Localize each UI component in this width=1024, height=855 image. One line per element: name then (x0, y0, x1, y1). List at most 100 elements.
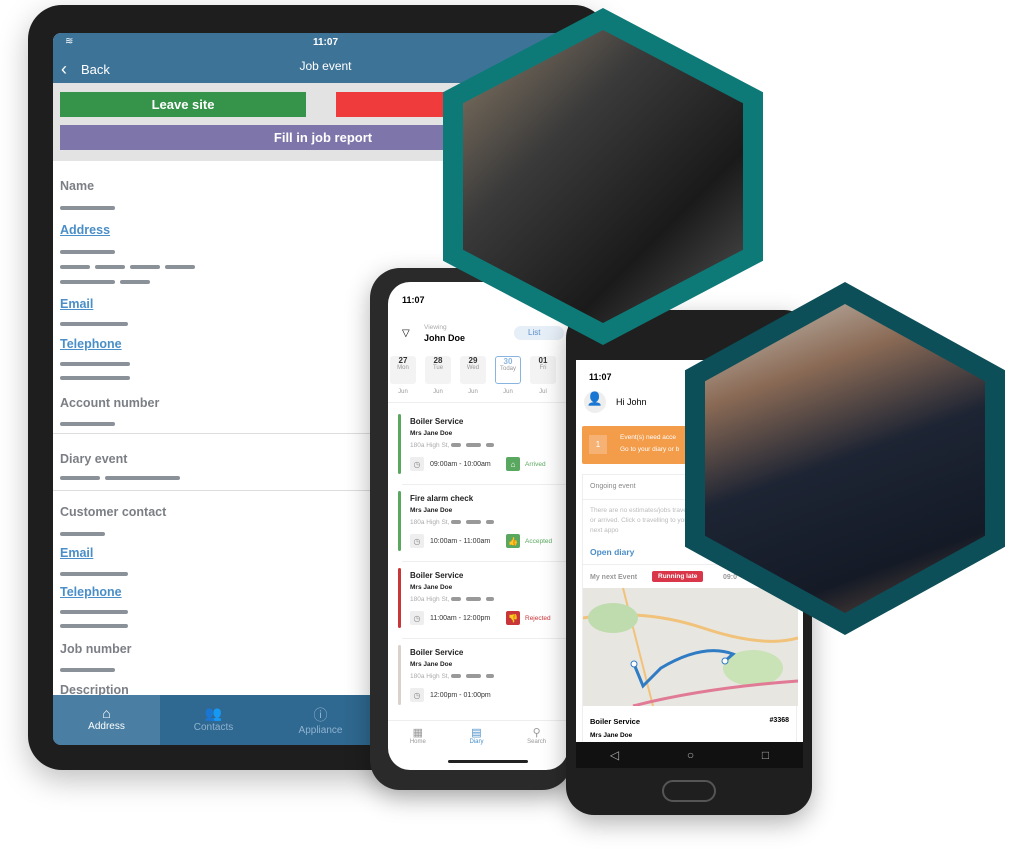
day-28[interactable]: 28 Tue (425, 356, 451, 384)
android-nav-bar: ◁ ○ □ (576, 742, 803, 768)
event-time: ◷ 12:00pm - 01:00pm (410, 688, 491, 702)
event-status: 👍 Accepted (506, 534, 552, 548)
list-button[interactable]: List (514, 326, 564, 340)
telephone-link[interactable]: Telephone (60, 337, 122, 351)
nav-address[interactable]: ⌂ Address (53, 695, 160, 745)
event-time: ◷ 09:00am - 10:00am (410, 457, 491, 471)
info-icon: ⓘ (313, 707, 328, 723)
nav-home[interactable]: ▦ Home (410, 726, 426, 745)
contacts-icon: 👥 (204, 705, 223, 721)
event-customer: Mrs Jane Doe (410, 430, 453, 437)
status-time: 11:07 (312, 37, 339, 48)
technician-photo-tablet (463, 30, 743, 323)
day-of-week: Fri (539, 365, 547, 371)
status-stripe (398, 414, 401, 474)
recents-square-icon[interactable]: □ (762, 748, 769, 762)
thumbs-down-icon: 👎 (506, 611, 520, 625)
next-event-label: My next Event (590, 574, 638, 581)
route-map[interactable] (583, 588, 798, 706)
diary-event-card[interactable]: Boiler Service Mrs Jane Doe 180a High St… (398, 568, 566, 638)
alert-line: Event(s) need acce (620, 434, 677, 441)
grid-icon: ▦ (412, 727, 424, 739)
ongoing-title: Ongoing event (590, 483, 636, 490)
home-circle-icon[interactable]: ○ (687, 748, 694, 762)
day-number: 28 (433, 356, 443, 365)
nav-search[interactable]: ⚲ Search (527, 726, 546, 745)
diary-event-card[interactable]: Boiler Service Mrs Jane Doe 180a High St… (398, 645, 566, 715)
email-link[interactable]: Email (60, 297, 93, 311)
viewing-name: John Doe (424, 333, 466, 343)
thumbs-up-icon: 👍 (506, 534, 520, 548)
event-address: 180a High St, (410, 519, 499, 526)
telephone-link-2[interactable]: Telephone (60, 585, 122, 599)
calendar-icon: ▤ (471, 727, 482, 739)
event-number: #3368 (769, 717, 789, 724)
back-triangle-icon[interactable]: ◁ (610, 748, 619, 762)
home-icon: ⌂ (102, 705, 111, 721)
home-icon: ⌂ (506, 457, 520, 471)
day-month: Jun (468, 389, 478, 395)
alert-line: Go to your diary or b (620, 446, 680, 453)
nav-label: Address (88, 721, 125, 732)
event-customer: Mrs Jane Doe (590, 732, 633, 739)
alert-count: 1 (589, 435, 607, 454)
event-customer: Mrs Jane Doe (410, 661, 453, 668)
greeting: Hi John (616, 397, 647, 407)
day-01[interactable]: 01 Fri (530, 356, 556, 384)
event-status: ⌂ Arrived (506, 457, 546, 471)
day-of-week: Wed (466, 365, 480, 371)
event-title: Boiler Service (410, 571, 464, 580)
clock-icon: ◷ (410, 534, 424, 548)
status-stripe (398, 491, 401, 551)
nav-contacts[interactable]: 👥 Contacts (160, 695, 267, 745)
home-indicator[interactable] (448, 760, 528, 763)
day-month: Jun (398, 389, 408, 395)
day-29[interactable]: 29 Wed (460, 356, 486, 384)
nav-appliance[interactable]: ⓘ Appliance (267, 695, 374, 745)
filter-icon[interactable]: ▽ (402, 328, 410, 339)
clock-icon: ◷ (410, 457, 424, 471)
status-time: 11:07 (589, 372, 612, 382)
technician-photo-phone (705, 304, 985, 613)
event-customer: Mrs Jane Doe (410, 507, 453, 514)
day-number: 29 (468, 356, 478, 365)
day-30[interactable]: 30 Today (495, 356, 521, 384)
event-time: ◷ 10:00am - 11:00am (410, 534, 490, 548)
diary-event-card[interactable]: Fire alarm check Mrs Jane Doe 180a High … (398, 491, 566, 561)
event-address: 180a High St, (410, 673, 499, 680)
nav-label: Diary (469, 739, 484, 745)
clock-icon: ◷ (410, 611, 424, 625)
event-address: 180a High St, (410, 442, 499, 449)
open-diary-link[interactable]: Open diary (590, 547, 634, 557)
address-link[interactable]: Address (60, 223, 110, 237)
event-title: Boiler Service (410, 417, 464, 426)
day-27[interactable]: 27 Mon (390, 356, 416, 384)
day-number: 01 (538, 356, 548, 365)
route-start-marker (630, 660, 638, 668)
event-time: ◷ 11:00am - 12:00pm (410, 611, 490, 625)
event-title: Boiler Service (590, 717, 641, 726)
event-address: 180a High St, (410, 596, 499, 603)
viewing-label: Viewing (424, 324, 447, 331)
nav-label: Home (409, 739, 426, 745)
event-status: 👎 Rejected (506, 611, 551, 625)
running-late-badge: Running late (652, 571, 704, 582)
diary-event-card[interactable]: Boiler Service Mrs Jane Doe 180a High St… (398, 414, 566, 484)
phone1-bottom-nav: ▦ Home ▤ Diary ⚲ Search (388, 726, 568, 745)
nav-label: Search (527, 739, 547, 745)
day-month: Jul (539, 389, 547, 395)
email-link-2[interactable]: Email (60, 546, 93, 560)
status-stripe (398, 645, 401, 705)
avatar[interactable]: 👤 (584, 391, 606, 413)
next-time: 09:0 (723, 574, 738, 581)
iphone-device: 11:07 ▽ Viewing John Doe List 27 Mon Jun 28… (370, 268, 572, 790)
leave-site-button[interactable]: Leave site (60, 92, 306, 117)
nav-diary[interactable]: ▤ Diary (469, 726, 483, 745)
home-button[interactable] (662, 780, 716, 802)
status-time: 11:07 (402, 295, 425, 305)
diary-screen: 11:07 ▽ Viewing John Doe List 27 Mon Jun 28… (388, 282, 568, 770)
nav-label: Appliance (298, 725, 343, 736)
search-icon: ⚲ (532, 727, 541, 739)
divider (402, 638, 568, 639)
status-stripe (398, 568, 401, 628)
